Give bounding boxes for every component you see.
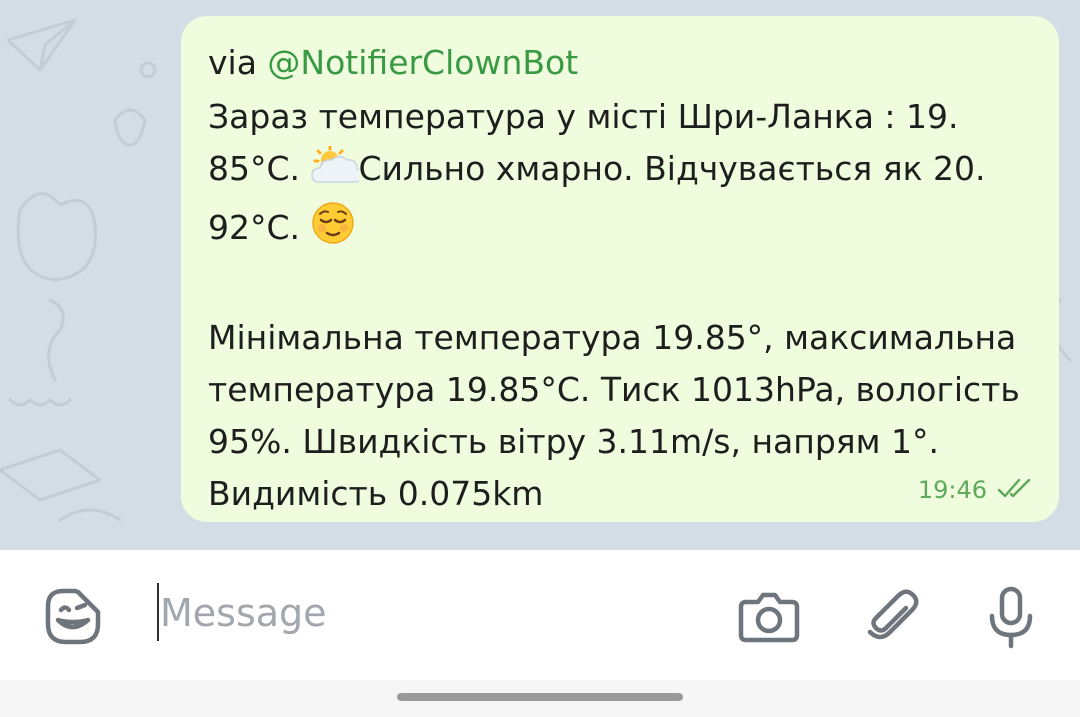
paperclip-icon[interactable] bbox=[860, 584, 926, 650]
message-time: 19:46 bbox=[917, 476, 987, 504]
text-cursor bbox=[157, 583, 159, 641]
weather-details: Мінімальна температура 19.85°, максималь… bbox=[208, 318, 1020, 513]
home-gesture-pill[interactable] bbox=[397, 693, 683, 701]
relieved-face-icon bbox=[311, 201, 355, 260]
via-bot-line: via @NotifierClownBot bbox=[208, 38, 1029, 88]
message-bubble[interactable]: via @NotifierClownBot Зараз температура … bbox=[181, 16, 1059, 522]
sticker-smile-icon[interactable] bbox=[41, 584, 107, 650]
message-text: Зараз температура у місті Шри-Ланка : 19… bbox=[208, 91, 1029, 520]
message-input[interactable] bbox=[160, 580, 700, 646]
microphone-icon[interactable] bbox=[978, 584, 1044, 650]
chat-area[interactable]: via @NotifierClownBot Зараз температура … bbox=[0, 0, 1080, 550]
via-prefix: via bbox=[208, 43, 268, 82]
message-line-1: Зараз температура у місті Шри-Ланка : 19… bbox=[208, 97, 959, 136]
message-meta: 19:46 bbox=[918, 476, 1037, 504]
camera-icon[interactable] bbox=[736, 584, 802, 650]
temperature-part: 85°C. bbox=[208, 149, 311, 188]
sun-behind-cloud-icon bbox=[310, 144, 363, 201]
bot-handle-link[interactable]: @NotifierClownBot bbox=[267, 43, 578, 82]
feels-like-part: 92°C. bbox=[208, 208, 311, 247]
double-check-icon bbox=[997, 476, 1037, 504]
message-line-2: Сильно хмарно. Відчувається як 20. bbox=[358, 149, 986, 188]
system-navigation-bar bbox=[0, 680, 1080, 717]
